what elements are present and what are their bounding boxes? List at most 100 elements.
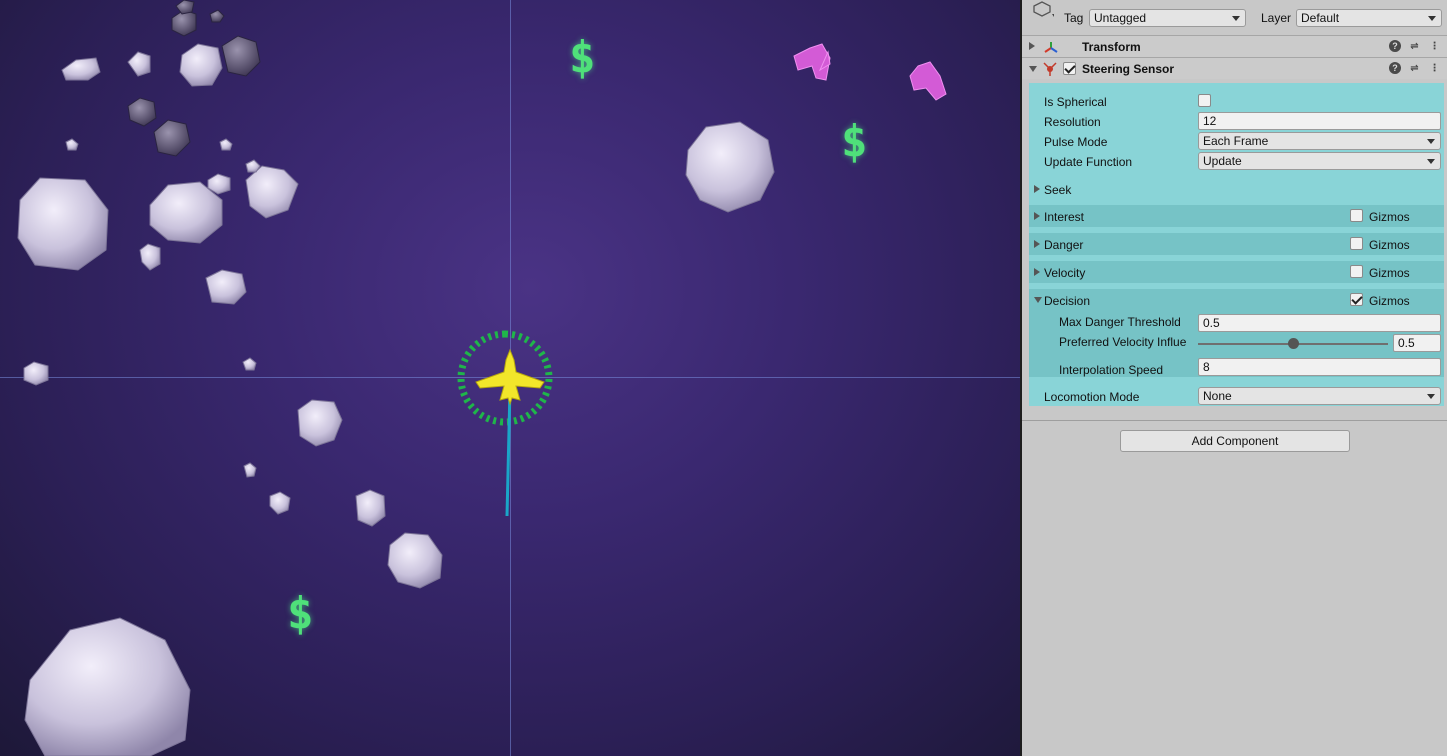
seek-label: Seek	[1044, 183, 1072, 197]
chevron-down-icon	[1427, 394, 1435, 399]
velocity-foldout[interactable]: Velocity Gizmos	[1029, 261, 1444, 283]
add-component-button[interactable]: Add Component	[1120, 430, 1350, 452]
preferred-velocity-input[interactable]: 0.5	[1393, 334, 1441, 352]
asteroid[interactable]	[297, 399, 343, 447]
tag-layer-row: Tag Untagged Layer Default	[1022, 1, 1447, 28]
is-spherical-checkbox[interactable]	[1198, 94, 1211, 107]
asteroid[interactable]	[221, 35, 261, 77]
asteroid[interactable]	[269, 491, 291, 515]
kebab-menu-icon[interactable]: ⋮	[1428, 40, 1441, 53]
presets-icon[interactable]: ⇌	[1408, 62, 1421, 75]
asteroid[interactable]	[355, 489, 386, 527]
locomotion-mode-value: None	[1203, 389, 1232, 403]
foldout-arrow-icon[interactable]	[1034, 240, 1040, 248]
gizmos-label: Gizmos	[1369, 238, 1410, 252]
asteroid[interactable]	[61, 57, 101, 81]
currency-pickup[interactable]: $	[569, 36, 596, 80]
asteroid[interactable]	[175, 0, 195, 15]
tag-dropdown[interactable]: Untagged	[1089, 9, 1246, 27]
decision-gizmos-checkbox[interactable]	[1350, 293, 1363, 306]
asteroid[interactable]	[65, 138, 79, 151]
enemy-ship[interactable]	[909, 61, 947, 101]
update-function-dropdown[interactable]: Update	[1198, 152, 1441, 170]
help-icon[interactable]: ?	[1389, 62, 1401, 74]
max-danger-label: Max Danger Threshold	[1059, 315, 1181, 329]
chevron-down-icon	[1428, 16, 1436, 21]
component-enabled-checkbox[interactable]	[1063, 62, 1076, 75]
velocity-label: Velocity	[1044, 266, 1086, 280]
tag-value: Untagged	[1094, 11, 1147, 25]
asteroid[interactable]	[685, 121, 775, 213]
max-danger-row: Max Danger Threshold 0.5	[1029, 311, 1444, 332]
foldout-arrow-icon[interactable]	[1029, 42, 1035, 50]
asteroid[interactable]	[242, 357, 257, 371]
currency-pickup[interactable]: $	[841, 120, 868, 164]
asteroid[interactable]	[153, 119, 191, 157]
chevron-down-icon	[1232, 16, 1240, 21]
update-function-label: Update Function	[1044, 155, 1133, 169]
resolution-label: Resolution	[1044, 115, 1101, 129]
gameobject-cube-icon[interactable]	[1028, 0, 1054, 22]
danger-foldout[interactable]: Danger Gizmos	[1029, 233, 1444, 255]
decision-foldout[interactable]: Decision Gizmos Max Danger Threshold 0.5…	[1029, 289, 1444, 377]
kebab-menu-icon[interactable]: ⋮	[1428, 62, 1441, 75]
is-spherical-label: Is Spherical	[1044, 95, 1107, 109]
steering-sensor-body: Is Spherical Resolution 12 Pulse Mode Ea…	[1029, 83, 1444, 406]
foldout-arrow-icon[interactable]	[1034, 297, 1042, 303]
foldout-arrow-icon[interactable]	[1029, 66, 1037, 72]
asteroid[interactable]	[23, 361, 49, 386]
asteroid[interactable]	[243, 462, 257, 478]
pulse-mode-dropdown[interactable]: Each Frame	[1198, 132, 1441, 150]
danger-gizmos-checkbox[interactable]	[1350, 237, 1363, 250]
asteroid[interactable]	[209, 9, 225, 23]
asteroid[interactable]	[17, 177, 109, 271]
interest-gizmos-checkbox[interactable]	[1350, 209, 1363, 222]
presets-icon[interactable]: ⇌	[1408, 40, 1421, 53]
asteroid[interactable]	[219, 138, 233, 151]
asteroid[interactable]	[245, 165, 299, 219]
asteroid[interactable]	[139, 243, 161, 271]
locomotion-mode-row: Locomotion Mode None	[1029, 386, 1444, 406]
scene-view[interactable]: $ $ $	[0, 0, 1020, 756]
steering-sensor-title: Steering Sensor	[1082, 62, 1175, 76]
enemy-ship[interactable]	[793, 43, 831, 81]
asteroid[interactable]	[127, 97, 157, 127]
slider-thumb[interactable]	[1288, 338, 1299, 349]
foldout-arrow-icon[interactable]	[1034, 268, 1040, 276]
asteroid[interactable]	[205, 269, 247, 305]
pulse-mode-label: Pulse Mode	[1044, 135, 1108, 149]
interpolation-speed-input[interactable]: 8	[1198, 358, 1441, 376]
scene-objects	[17, 0, 947, 756]
asteroid[interactable]	[24, 617, 191, 756]
seek-foldout[interactable]: Seek	[1029, 179, 1444, 199]
interest-label: Interest	[1044, 210, 1085, 224]
update-function-value: Update	[1203, 154, 1242, 168]
velocity-gizmos-checkbox[interactable]	[1350, 265, 1363, 278]
danger-label: Danger	[1044, 238, 1084, 252]
transform-header[interactable]: Transform ? ⇌ ⋮	[1022, 35, 1447, 57]
steering-sensor-header[interactable]: Steering Sensor ? ⇌ ⋮	[1022, 57, 1447, 79]
foldout-arrow-icon[interactable]	[1034, 212, 1040, 220]
inspector-panel: Tag Untagged Layer Default Transform ? ⇌…	[1022, 0, 1447, 756]
layer-label: Layer	[1261, 11, 1292, 25]
decision-label: Decision	[1044, 294, 1091, 308]
asteroid[interactable]	[179, 43, 223, 87]
asteroid[interactable]	[149, 181, 223, 244]
asteroid[interactable]	[127, 51, 151, 77]
layer-dropdown[interactable]: Default	[1296, 9, 1442, 27]
locomotion-mode-label: Locomotion Mode	[1044, 390, 1140, 404]
max-danger-input[interactable]: 0.5	[1198, 314, 1441, 332]
chevron-down-icon	[1427, 139, 1435, 144]
interest-foldout[interactable]: Interest Gizmos	[1029, 205, 1444, 227]
resolution-input[interactable]: 12	[1198, 112, 1441, 130]
currency-pickup[interactable]: $	[287, 592, 314, 636]
player-ship[interactable]	[475, 348, 545, 406]
chevron-down-icon	[1427, 159, 1435, 164]
velocity-line	[505, 387, 512, 517]
asteroid[interactable]	[387, 532, 443, 589]
transform-icon	[1044, 42, 1058, 53]
locomotion-mode-dropdown[interactable]: None	[1198, 387, 1441, 405]
gizmos-label: Gizmos	[1369, 294, 1410, 308]
help-icon[interactable]: ?	[1389, 40, 1401, 52]
foldout-arrow-icon[interactable]	[1034, 185, 1040, 193]
